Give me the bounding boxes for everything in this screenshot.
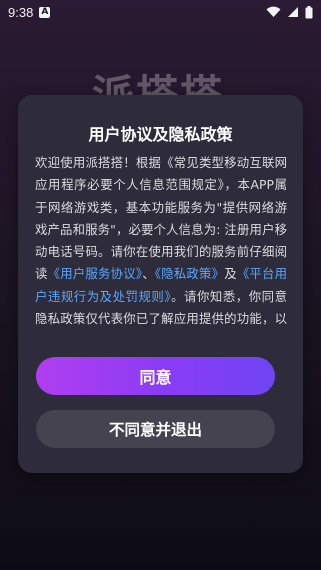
status-left: 9:38 A [8, 4, 51, 20]
agree-button[interactable]: 同意 [36, 357, 275, 395]
app-notification-icon: A [39, 6, 51, 18]
body-text-intro: 欢迎使用派搭搭！根据《常见类型移动互联网应用程序必要个人信息范围规定》，本APP… [35, 155, 287, 282]
decline-and-exit-button[interactable]: 不同意并退出 [36, 410, 275, 448]
status-time: 9:38 [8, 4, 34, 20]
privacy-dialog: 用户协议及隐私政策 欢迎使用派搭搭！根据《常见类型移动互联网应用程序必要个人信息… [18, 95, 303, 473]
user-service-agreement-link[interactable]: 《用户服务协议》 [48, 266, 143, 281]
status-right [266, 5, 313, 19]
privacy-policy-link[interactable]: 《隐私政策》 [155, 266, 224, 281]
status-bar: 9:38 A [0, 0, 321, 24]
dialog-title: 用户协议及隐私政策 [88, 125, 233, 144]
battery-icon [305, 5, 313, 18]
body-text-conjunction: 及 [224, 266, 237, 282]
wifi-icon [266, 6, 281, 18]
signal-icon [288, 7, 298, 17]
body-text-separator: 、 [142, 266, 155, 282]
dialog-body: 欢迎使用派搭搭！根据《常见类型移动互联网应用程序必要个人信息范围规定》，本APP… [35, 152, 287, 332]
